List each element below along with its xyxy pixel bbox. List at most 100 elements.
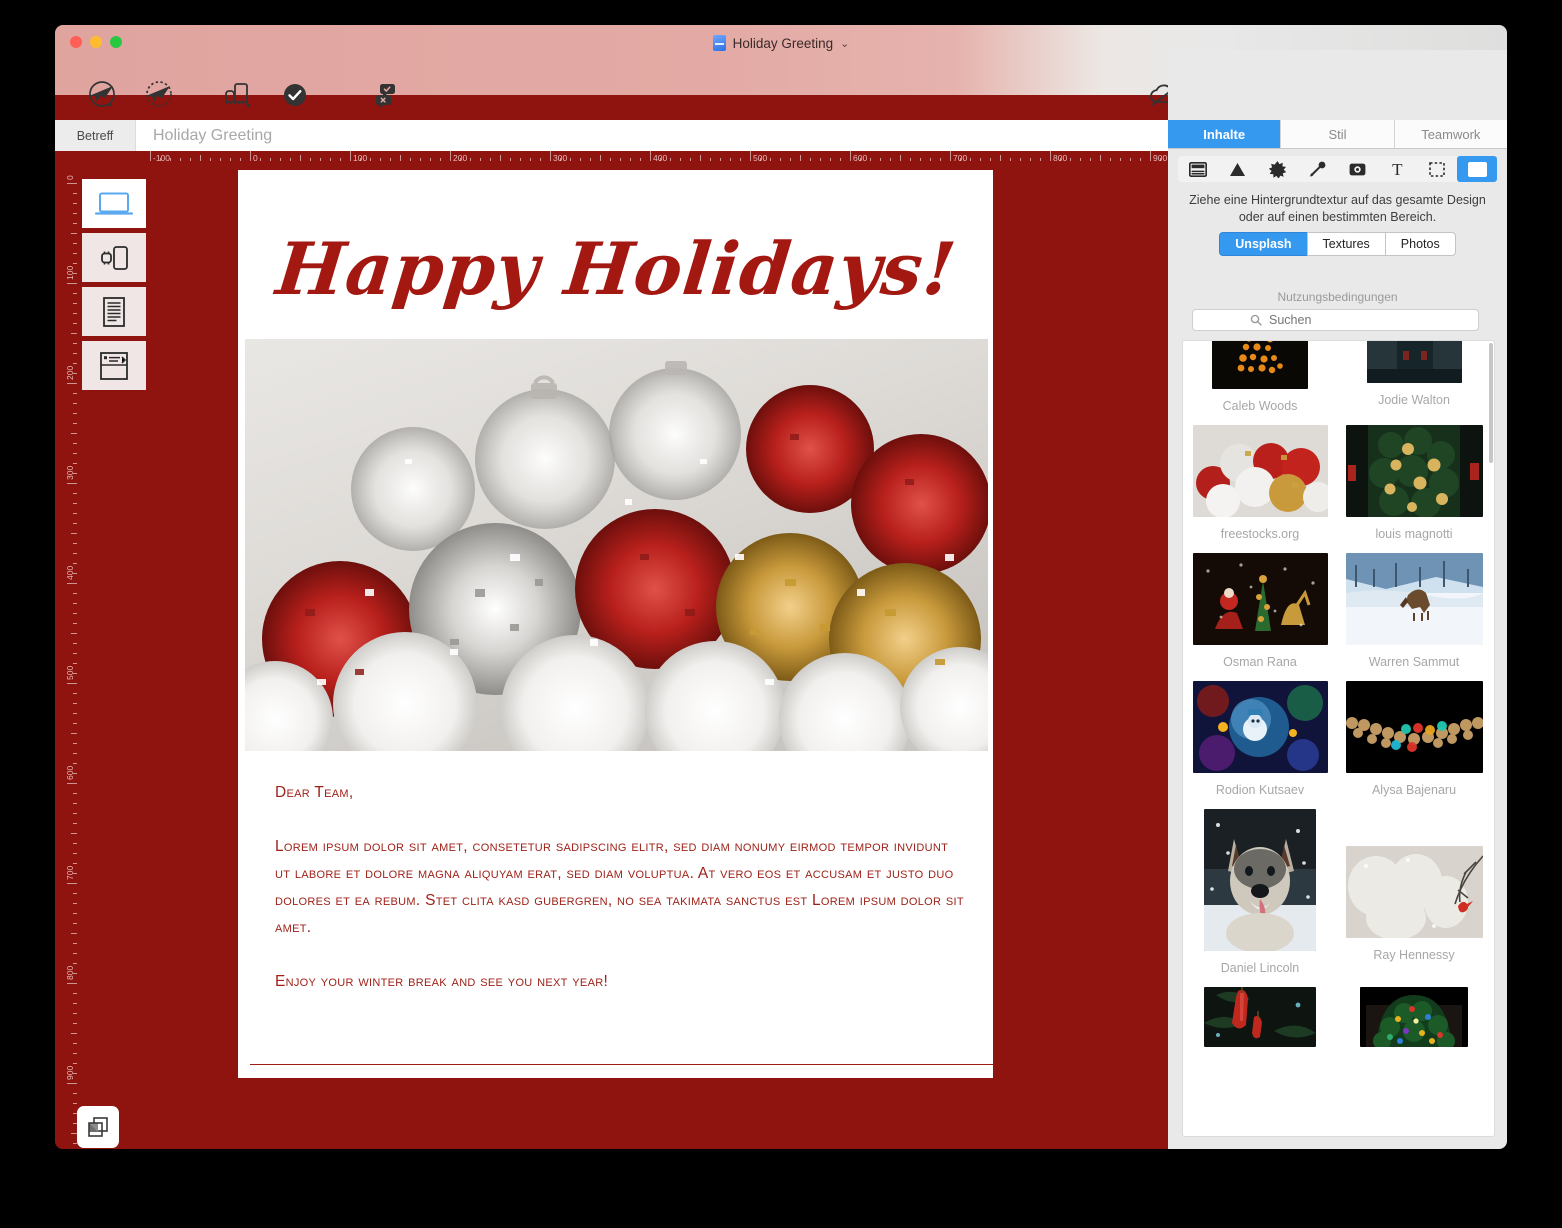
list-item-caption: Rodion Kutsaev <box>1215 783 1305 797</box>
list-item-caption: Warren Sammut <box>1368 655 1460 669</box>
thumbnail-warren-sammut[interactable] <box>1345 553 1483 645</box>
document-icon <box>712 35 726 51</box>
search-input-wrapper[interactable] <box>1192 309 1479 331</box>
ruler-minor-tick <box>73 253 77 254</box>
ruler-minor-tick <box>73 463 77 464</box>
tab-stil[interactable]: Stil <box>1281 120 1395 148</box>
list-item[interactable]: Rodion Kutsaev <box>1183 681 1337 803</box>
layers-button[interactable] <box>77 1106 119 1148</box>
ruler-minor-tick <box>910 158 911 161</box>
ruler-label: 0 <box>253 153 258 163</box>
list-item[interactable]: Warren Sammut <box>1337 553 1491 675</box>
ruler-tick <box>1150 151 1151 161</box>
search-input[interactable] <box>1267 312 1421 328</box>
thumbnail-jodie-walton[interactable] <box>1366 341 1462 383</box>
ruler-minor-tick <box>73 913 77 914</box>
placeholder-icon[interactable] <box>1417 156 1457 182</box>
container-icon[interactable] <box>1178 156 1218 182</box>
ruler-minor-tick <box>73 823 77 824</box>
send-test-icon[interactable] <box>133 73 189 117</box>
ruler-minor-tick <box>240 158 241 161</box>
ruler-minor-tick <box>300 155 301 161</box>
ruler-minor-tick <box>800 155 801 161</box>
thumbnail-caleb-woods[interactable] <box>1212 341 1308 389</box>
brush-icon[interactable] <box>1298 156 1338 182</box>
list-item[interactable] <box>1183 987 1337 1063</box>
ruler-label: 800 <box>65 965 75 980</box>
list-item[interactable]: Ray Hennessy <box>1337 809 1491 981</box>
tab-inhalte[interactable]: Inhalte <box>1168 120 1282 148</box>
ruler-label: 500 <box>65 665 75 680</box>
vertical-ruler: 0 100 200 300 400 500 600 700 800 900 <box>55 169 77 1149</box>
thumbnail-freestocks[interactable] <box>1192 425 1328 517</box>
thumbnail-ray-hennessy[interactable] <box>1345 846 1483 938</box>
source-tab-unsplash[interactable]: Unsplash <box>1219 232 1307 256</box>
list-item[interactable]: Daniel Lincoln <box>1183 809 1337 981</box>
ruler-minor-tick <box>73 243 77 244</box>
list-item[interactable]: louis magnotti <box>1337 425 1491 547</box>
tab-teamwork[interactable]: Teamwork <box>1394 120 1507 148</box>
ruler-minor-tick <box>73 513 77 514</box>
ruler-minor-tick <box>410 158 411 161</box>
ruler-minor-tick <box>73 1103 77 1104</box>
list-item[interactable]: freestocks.org <box>1183 425 1337 547</box>
toolbar-left-group <box>77 73 417 117</box>
ruler-label: 200 <box>65 365 75 380</box>
image-results-grid[interactable]: Caleb Woods Jodie Walton freestocks.org … <box>1182 340 1495 1137</box>
page-title[interactable]: Happy Holidays! <box>235 226 999 311</box>
ruler-minor-tick <box>71 333 77 334</box>
ruler-minor-tick <box>73 403 77 404</box>
ruler-minor-tick <box>73 803 77 804</box>
thumbnail-red-pinecone-ornament[interactable] <box>1204 987 1316 1047</box>
results-scrollbar[interactable] <box>1489 343 1493 463</box>
ruler-tick <box>350 151 351 161</box>
ruler-minor-tick <box>71 633 77 634</box>
spellcheck-icon[interactable] <box>361 73 417 117</box>
ruler-minor-tick <box>820 158 821 161</box>
list-item[interactable]: Caleb Woods <box>1183 341 1337 419</box>
list-item[interactable]: Jodie Walton <box>1337 341 1491 419</box>
thumbnail-osman-rana[interactable] <box>1192 553 1328 645</box>
sticker-icon[interactable] <box>1258 156 1298 182</box>
sidebar-item-mobile[interactable] <box>81 232 147 283</box>
email-design-card[interactable]: Happy Holidays! Dear Team, Lorem ipsum d… <box>233 165 998 1083</box>
thumbnail-daniel-lincoln[interactable] <box>1204 809 1316 951</box>
check-icon[interactable] <box>267 73 323 117</box>
sidebar-item-plaintext[interactable] <box>81 286 147 337</box>
ruler-minor-tick <box>73 1003 77 1004</box>
ruler-minor-tick <box>920 158 921 161</box>
text-icon[interactable]: T <box>1377 156 1417 182</box>
button-icon[interactable] <box>1338 156 1378 182</box>
thumbnail-rodion-kutsaev[interactable] <box>1192 681 1328 773</box>
ruler-tick <box>950 151 951 161</box>
shape-triangle-icon[interactable] <box>1218 156 1258 182</box>
source-tab-photos[interactable]: Photos <box>1384 232 1456 256</box>
ruler-minor-tick <box>970 158 971 161</box>
sidebar-item-desktop[interactable] <box>81 178 147 229</box>
ruler-minor-tick <box>900 155 901 161</box>
thumbnail-alysa-bajenaru[interactable] <box>1345 681 1483 773</box>
subject-input[interactable]: Holiday Greeting <box>136 127 272 145</box>
background-image-icon[interactable] <box>1457 156 1497 182</box>
body-paragraph-2: Lorem ipsum dolor sit amet, consetetur s… <box>275 838 964 936</box>
chevron-down-icon[interactable]: ⌄ <box>840 37 849 50</box>
ruler-minor-tick <box>73 1063 77 1064</box>
list-item[interactable] <box>1337 987 1491 1063</box>
ruler-minor-tick <box>73 763 77 764</box>
thumbnail-louis-magnotti[interactable] <box>1345 425 1483 517</box>
body-text[interactable]: Dear Team, Lorem ipsum dolor sit amet, c… <box>275 779 965 995</box>
source-tab-textures[interactable]: Textures <box>1306 232 1385 256</box>
terms-link[interactable]: Nutzungsbedingungen <box>1168 290 1507 304</box>
list-item[interactable]: Alysa Bajenaru <box>1337 681 1491 803</box>
ruler-minor-tick <box>71 233 77 234</box>
sidebar-item-inbox[interactable] <box>81 340 147 391</box>
preview-devices-icon[interactable] <box>211 73 267 117</box>
send-icon[interactable] <box>77 73 133 117</box>
thumbnail-lit-wreath[interactable] <box>1360 987 1468 1047</box>
panel-hint-line1: Ziehe eine Hintergrundtextur auf das ges… <box>1189 193 1486 207</box>
ruler-minor-tick <box>73 703 77 704</box>
design-canvas[interactable]: -100 0 100 200 300 400 500 600 700 800 900 0 100 200… <box>55 151 1168 1149</box>
hero-image[interactable] <box>245 339 988 751</box>
ruler-minor-tick <box>1040 158 1041 161</box>
list-item[interactable]: Osman Rana <box>1183 553 1337 675</box>
